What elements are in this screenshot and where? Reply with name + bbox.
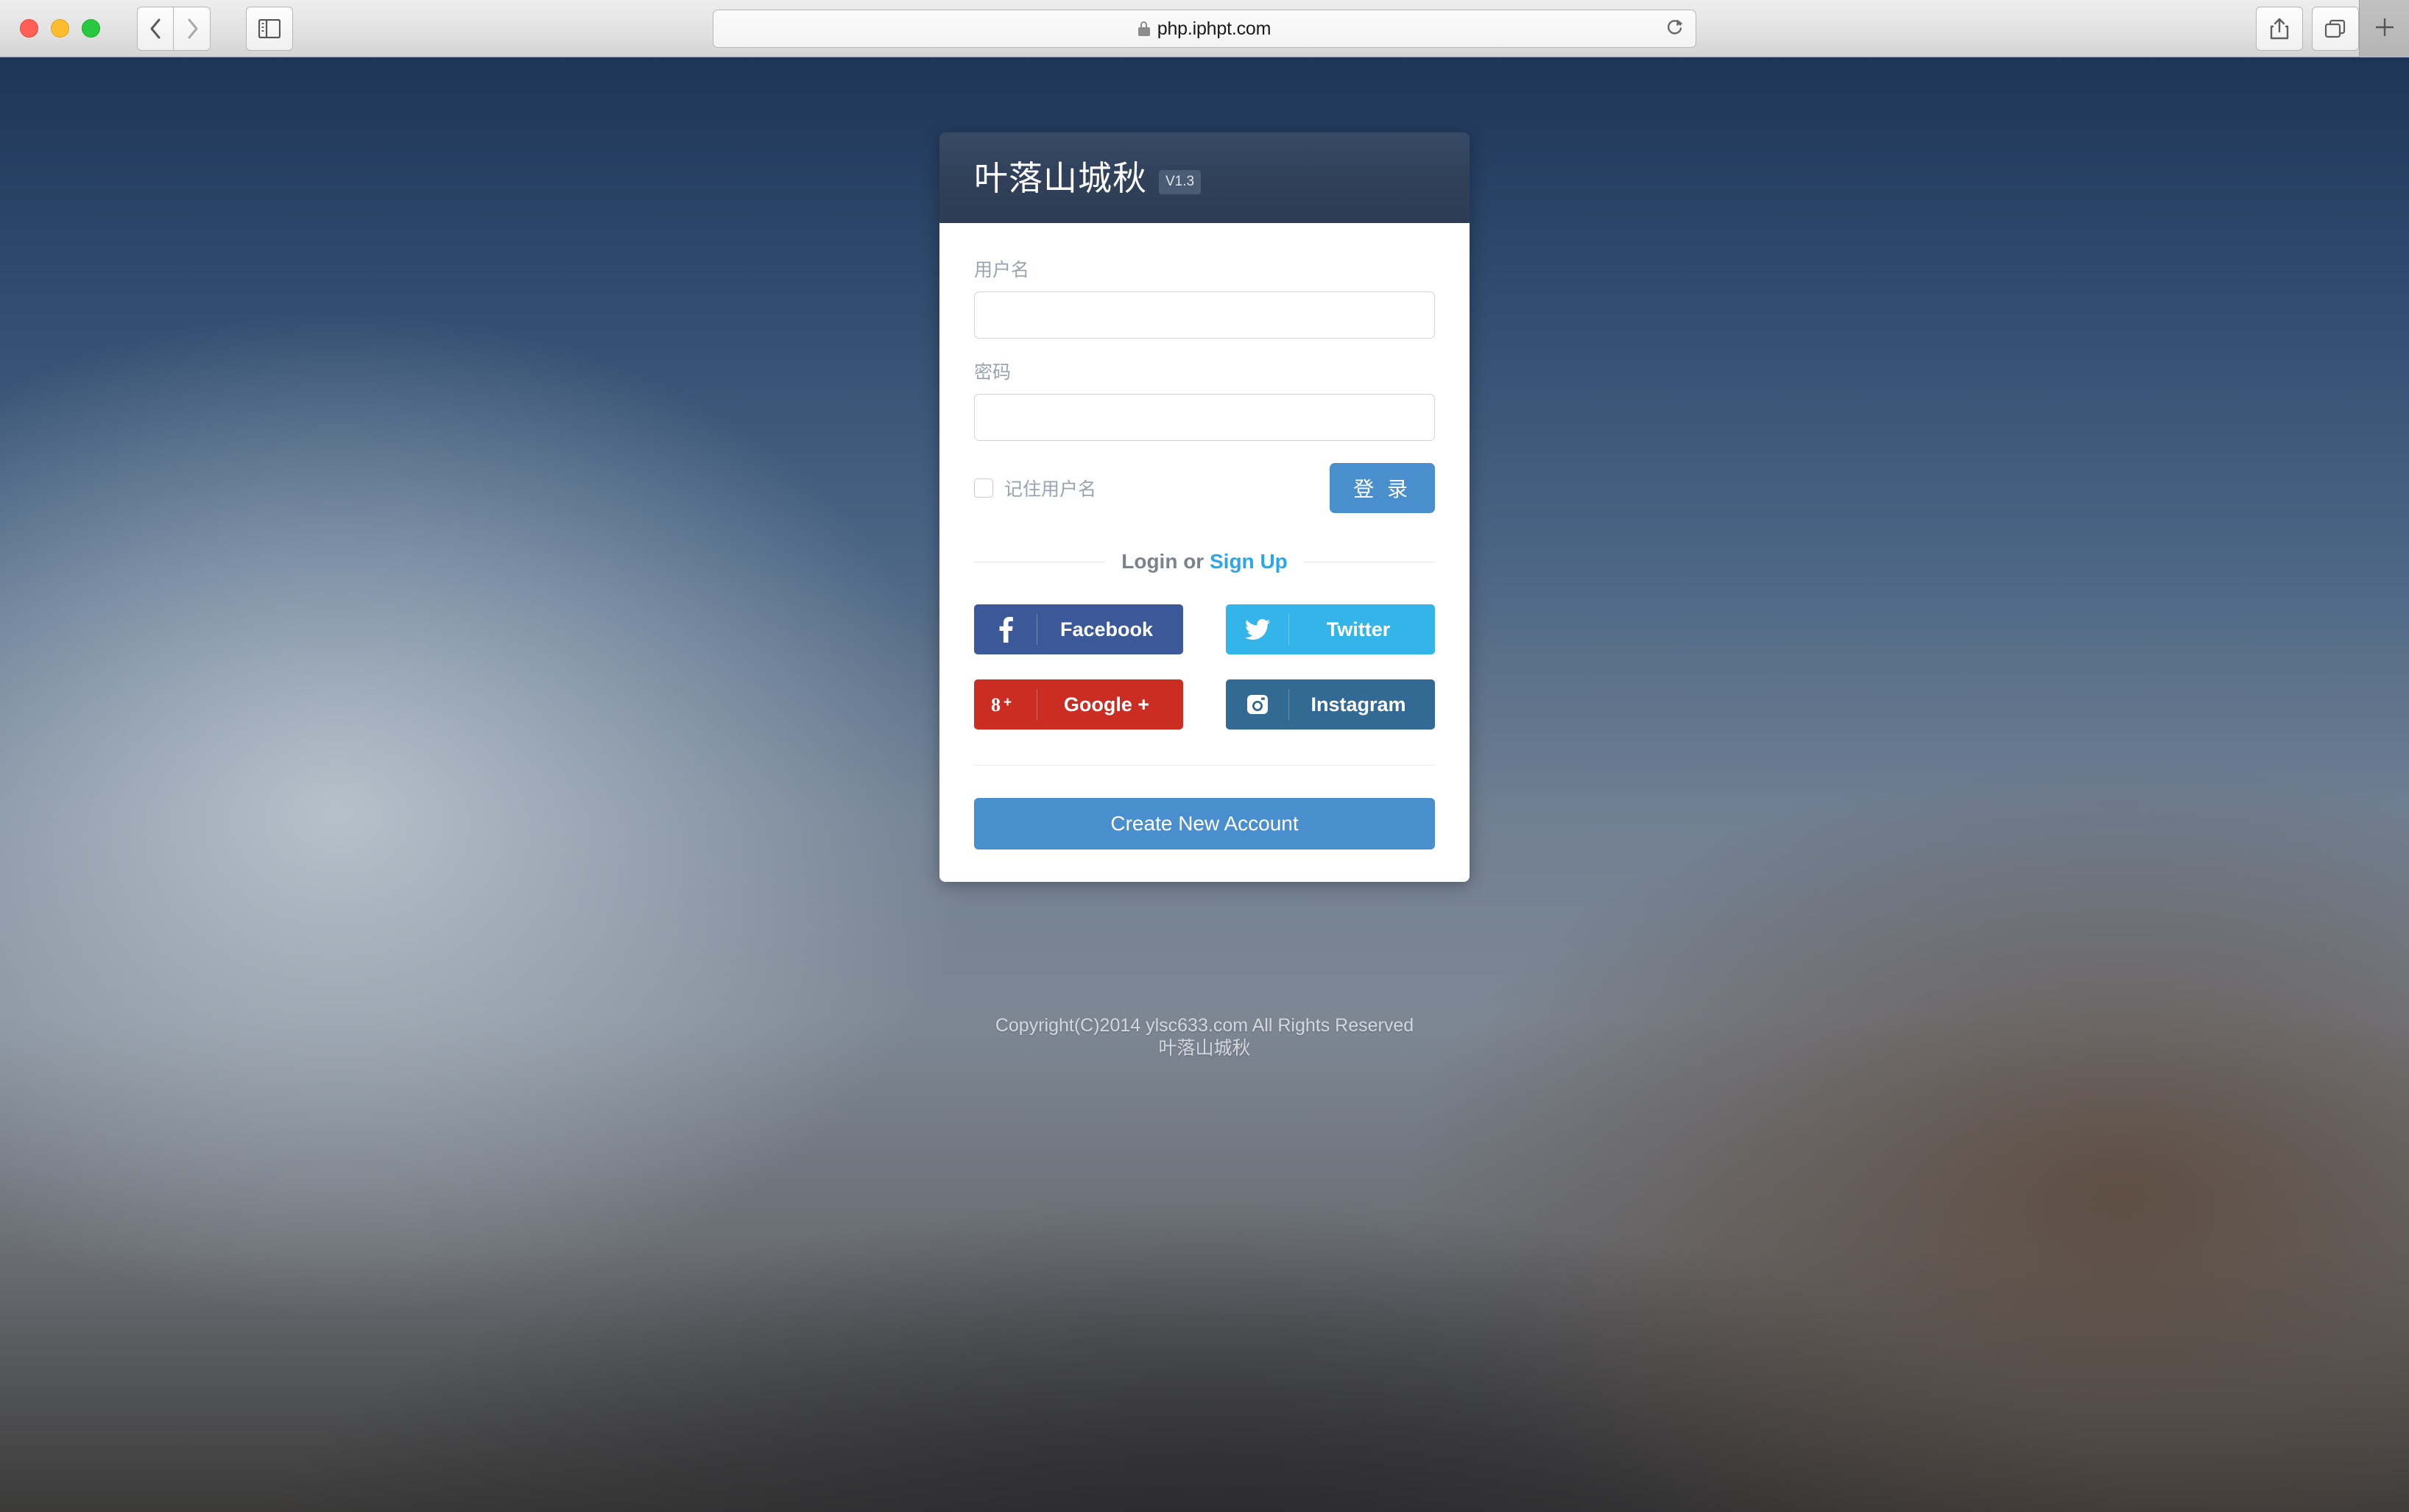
remember-checkbox-group[interactable]: 记住用户名 bbox=[974, 475, 1096, 501]
share-button[interactable] bbox=[2256, 7, 2303, 51]
address-bar-container: php.iphpt.com bbox=[713, 10, 1696, 48]
sidebar-toggle-icon bbox=[258, 18, 281, 38]
remember-label: 记住用户名 bbox=[1004, 479, 1097, 500]
googleplus-login-button[interactable]: 8 + Google + bbox=[974, 679, 1183, 729]
back-button[interactable] bbox=[137, 6, 174, 51]
card-header: 叶落山城秋 V1.3 bbox=[939, 133, 1470, 223]
window-traffic-lights bbox=[20, 19, 100, 38]
social-row-top: Facebook Twitter bbox=[974, 604, 1435, 654]
maximize-window-button[interactable] bbox=[82, 19, 100, 38]
new-tab-button[interactable] bbox=[2359, 0, 2409, 57]
username-label: 用户名 bbox=[974, 260, 1030, 280]
address-bar[interactable]: php.iphpt.com bbox=[713, 10, 1696, 48]
login-button[interactable]: 登 录 bbox=[1330, 463, 1435, 513]
version-badge: V1.3 bbox=[1159, 170, 1202, 194]
forward-button[interactable] bbox=[174, 6, 211, 51]
username-input[interactable] bbox=[974, 292, 1435, 339]
divider-prefix: Login or bbox=[1121, 550, 1210, 573]
page-background: 叶落山城秋 V1.3 用户名 密码 记住用户名 登 录 Login or Sig… bbox=[0, 57, 2409, 1512]
divider-text: Login or Sign Up bbox=[1121, 550, 1288, 573]
lock-icon bbox=[1138, 21, 1150, 36]
facebook-icon bbox=[974, 614, 1037, 645]
password-field-block: 密码 bbox=[974, 358, 1435, 441]
app-title: 叶落山城秋 bbox=[974, 158, 1147, 197]
social-row-bottom: 8 + Google + Instagram bbox=[974, 679, 1435, 729]
instagram-login-button[interactable]: Instagram bbox=[1226, 679, 1435, 729]
reload-icon bbox=[1665, 19, 1685, 40]
close-window-button[interactable] bbox=[20, 19, 38, 38]
twitter-login-button[interactable]: Twitter bbox=[1226, 604, 1435, 654]
svg-text:8: 8 bbox=[991, 694, 1001, 715]
page-footer: Copyright(C)2014 ylsc633.com All Rights … bbox=[939, 1014, 1470, 1061]
plus-icon bbox=[2372, 15, 2397, 43]
signup-link[interactable]: Sign Up bbox=[1210, 550, 1288, 573]
show-all-tabs-button[interactable] bbox=[2312, 7, 2359, 51]
login-card: 叶落山城秋 V1.3 用户名 密码 记住用户名 登 录 Login or Sig… bbox=[939, 133, 1470, 882]
navigation-buttons bbox=[137, 6, 293, 51]
browser-window: php.iphpt.com 叶落山城秋 V1.3 用户名 密码 记住用户名 登 … bbox=[0, 0, 2409, 1512]
facebook-label: Facebook bbox=[1059, 618, 1154, 640]
card-body: 用户名 密码 记住用户名 登 录 Login or Sign Up Facebo… bbox=[939, 223, 1470, 882]
facebook-login-button[interactable]: Facebook bbox=[974, 604, 1183, 654]
login-signup-divider: Login or Sign Up bbox=[974, 550, 1435, 573]
twitter-label: Twitter bbox=[1326, 618, 1391, 640]
browser-toolbar: php.iphpt.com bbox=[0, 0, 2409, 57]
username-field-block: 用户名 bbox=[974, 255, 1435, 339]
sidebar-toggle-button[interactable] bbox=[246, 6, 293, 51]
instagram-label: Instagram bbox=[1311, 693, 1406, 716]
twitter-icon bbox=[1226, 614, 1289, 645]
minimize-window-button[interactable] bbox=[51, 19, 69, 38]
remember-row: 记住用户名 登 录 bbox=[974, 463, 1435, 513]
copyright-line: Copyright(C)2014 ylsc633.com All Rights … bbox=[995, 1015, 1414, 1036]
svg-text:+: + bbox=[1004, 695, 1012, 710]
reload-button[interactable] bbox=[1665, 17, 1685, 41]
googleplus-label: Google + bbox=[1063, 693, 1150, 716]
instagram-icon bbox=[1226, 689, 1289, 720]
show-all-tabs-icon bbox=[2324, 18, 2346, 39]
footer-site-name: 叶落山城秋 bbox=[1158, 1038, 1251, 1059]
bottom-divider bbox=[974, 765, 1435, 766]
remember-checkbox[interactable] bbox=[974, 478, 993, 498]
googleplus-icon: 8 + bbox=[974, 689, 1037, 720]
url-text: php.iphpt.com bbox=[1157, 18, 1271, 39]
toolbar-right-buttons bbox=[2256, 0, 2409, 57]
password-input[interactable] bbox=[974, 394, 1435, 441]
url-display: php.iphpt.com bbox=[1138, 18, 1271, 40]
password-label: 密码 bbox=[974, 362, 1012, 383]
chevron-right-icon bbox=[185, 17, 200, 40]
create-new-account-button[interactable]: Create New Account bbox=[974, 798, 1435, 849]
share-icon bbox=[2269, 17, 2290, 40]
chevron-left-icon bbox=[148, 17, 163, 40]
